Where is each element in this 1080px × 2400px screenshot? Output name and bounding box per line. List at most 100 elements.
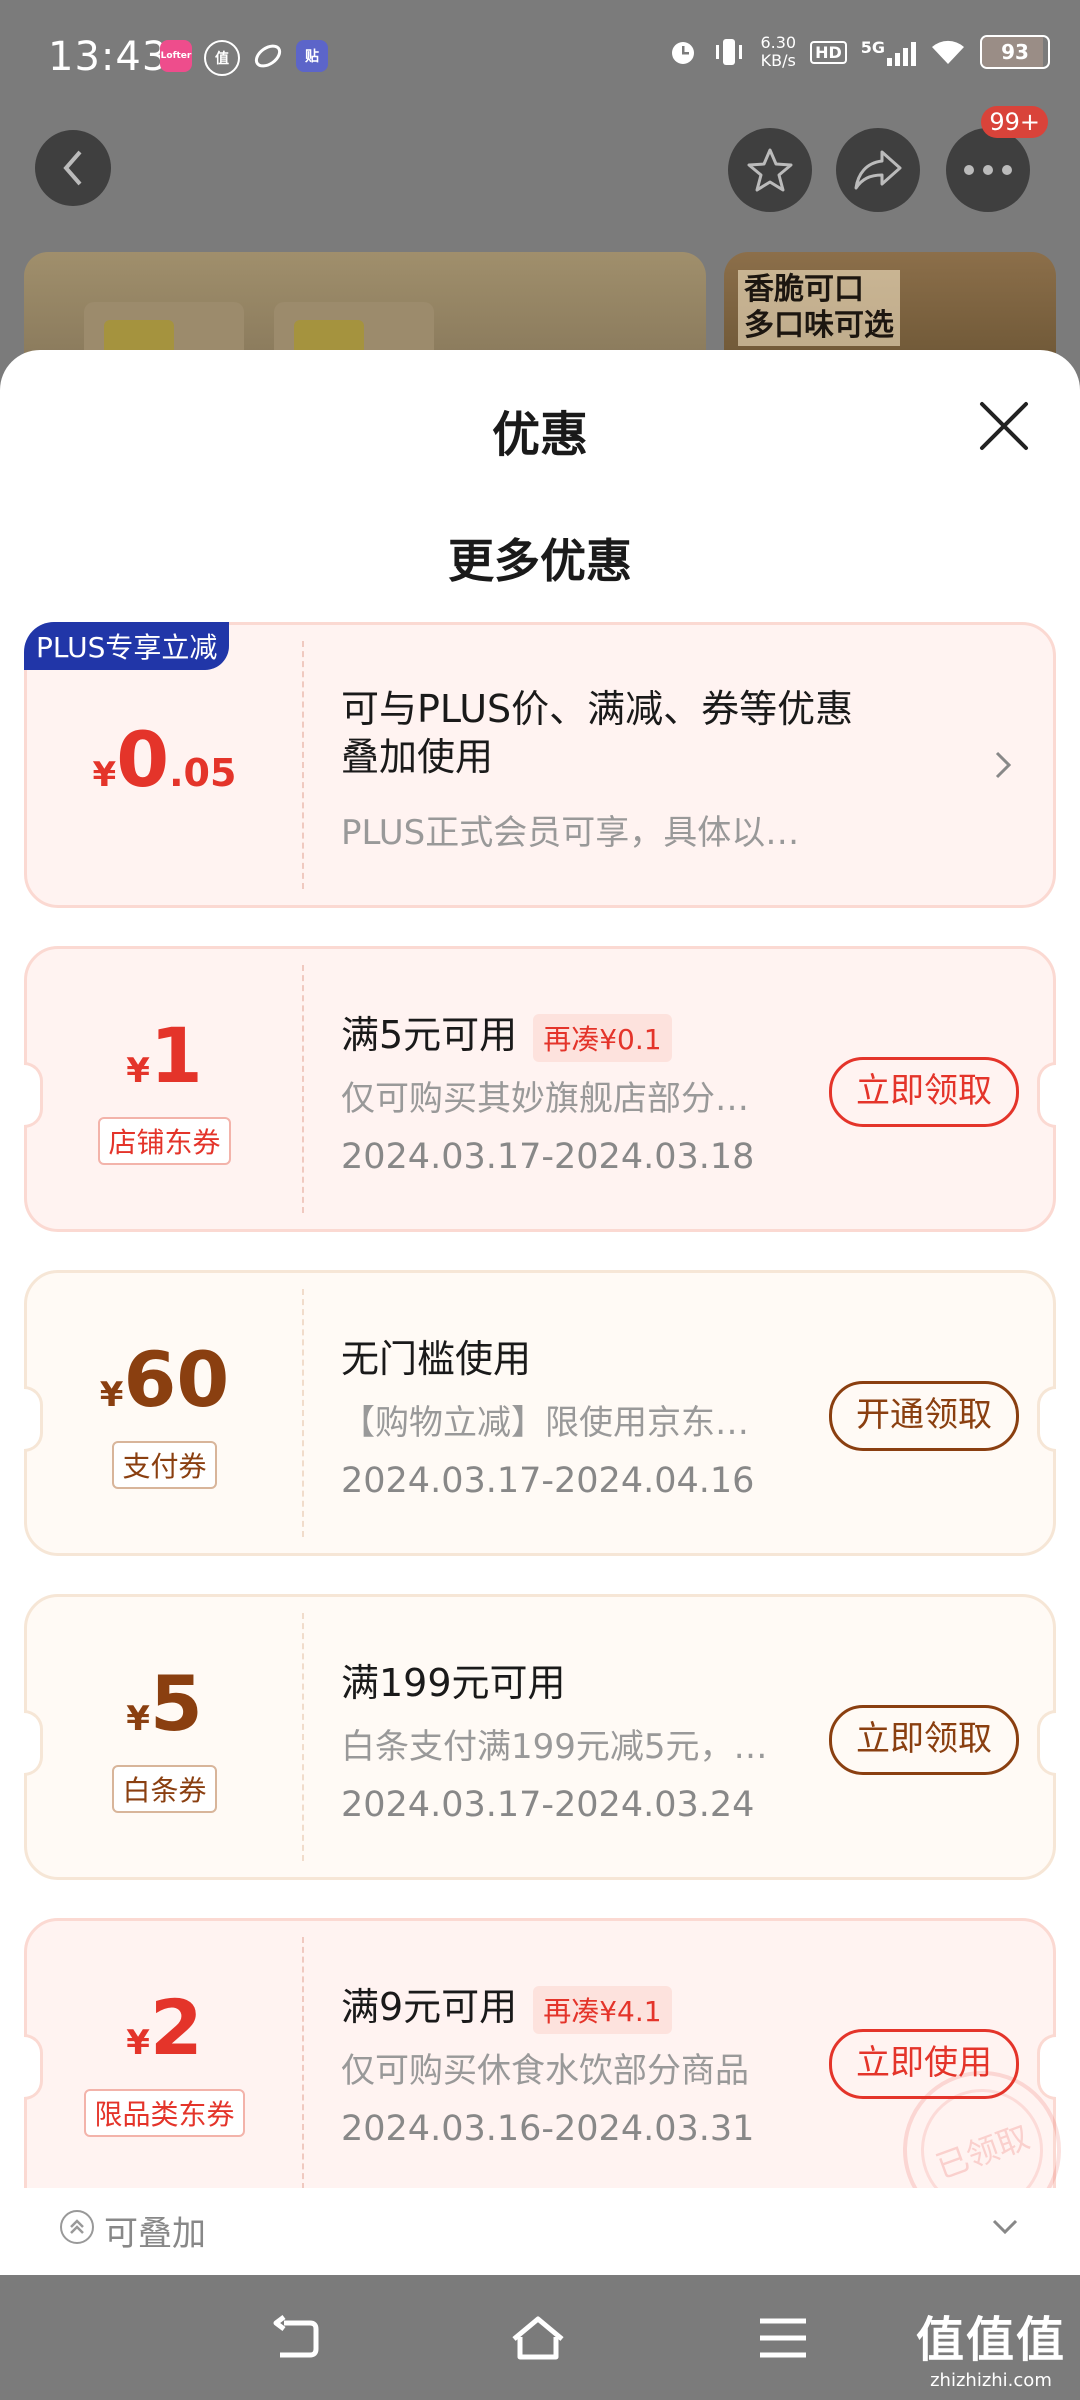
coupon-desc: 【购物立减】限使用京东… (341, 1403, 749, 1443)
chevron-left-icon (63, 150, 82, 186)
section-title: 更多优惠 (448, 534, 632, 588)
coupon-amount: ¥60 (27, 1335, 302, 1424)
coupon-condition: 满5元可用 再凑¥0.1 (341, 1004, 672, 1062)
coupon-type-label: 店铺东券 (98, 1117, 231, 1165)
status-bar: 13:43 Lofter 值 贴 6.30 KB/s HD 5G 93 (0, 0, 1080, 118)
card-divider (302, 965, 304, 1213)
message-badge: 99+ (981, 106, 1048, 138)
plus-amount: ¥0.05 (27, 715, 302, 804)
net-speed: 6.30 KB/s (760, 34, 796, 70)
back-button[interactable] (35, 130, 111, 206)
amount-value: 2 (149, 1983, 203, 2072)
back-nav-icon[interactable] (270, 2313, 324, 2363)
stackable-row[interactable]: 可叠加 (24, 2188, 1056, 2268)
condition-text: 满5元可用 (341, 1013, 518, 1057)
coupon-date: 2024.03.17-2024.04.16 (341, 1461, 755, 1501)
coupon-condition: 无门槛使用 (341, 1328, 531, 1383)
signal-icon: 5G (861, 38, 916, 66)
notification-icons: Lofter 值 贴 (160, 40, 328, 76)
claimed-stamp-text: 已领取 (931, 2117, 1035, 2187)
chevron-down-icon[interactable] (990, 2218, 1020, 2236)
status-time: 13:43 (48, 34, 169, 80)
watermark-url: zhizhizhi.com (930, 2370, 1052, 2391)
coupon-type-tag: 白条券 (27, 1765, 302, 1813)
extra-needed-badge: 再凑¥4.1 (533, 1985, 672, 2034)
coupon-card: ¥5 白条券 满199元可用 白条支付满199元减5元，… 2024.03.17… (24, 1594, 1056, 1880)
chevron-right-icon[interactable] (991, 745, 1015, 785)
condition-text: 满199元可用 (341, 1661, 566, 1705)
coupon-card: ¥2 限品类东券 满9元可用 再凑¥4.1 仅可购买休食水饮部分商品 2024.0… (24, 1918, 1080, 2252)
currency-symbol: ¥ (126, 1699, 150, 1739)
card-notch (1037, 1062, 1056, 1128)
currency-symbol: ¥ (126, 2023, 150, 2063)
claim-button[interactable]: 立即领取 (829, 1057, 1019, 1127)
plus-title: 可与PLUS价、满减、券等优惠叠加使用 (341, 687, 854, 779)
card-divider (302, 1937, 304, 2189)
watermark: 值值值 zhizhizhi.com (916, 2300, 1066, 2391)
more-dots-icon (964, 165, 1012, 175)
card-divider (302, 1289, 304, 1537)
coupon-card: ¥60 支付券 无门槛使用 【购物立减】限使用京东… 2024.03.17-20… (24, 1270, 1056, 1556)
coupon-type-tag: 限品类东券 (27, 2089, 302, 2137)
claim-button[interactable]: 立即领取 (829, 1705, 1019, 1775)
coupon-card: ¥1 店铺东券 满5元可用 再凑¥0.1 仅可购买其妙旗舰店部分… 2024.03… (24, 946, 1056, 1232)
discount-sheet: 优惠 更多优惠 PLUS专享立减 ¥0.05 可与PLUS价、满减、券等优惠叠加… (0, 350, 1080, 2275)
share-button[interactable] (836, 128, 920, 212)
condition-text: 满9元可用 (341, 1985, 518, 2029)
amount-value: 60 (123, 1335, 230, 1424)
amount-value: 5 (149, 1659, 203, 1748)
zhi-icon: 值 (204, 40, 240, 76)
coupon-condition: 满9元可用 再凑¥4.1 (341, 1976, 672, 2034)
stackable-label: 可叠加 (104, 2214, 206, 2254)
coupon-condition: 满199元可用 (341, 1652, 566, 1707)
currency-symbol: ¥ (126, 1051, 150, 1091)
activate-claim-button[interactable]: 开通领取 (829, 1381, 1019, 1451)
stack-icon (60, 2210, 94, 2244)
card-notch (1037, 1386, 1056, 1452)
menu-nav-icon[interactable] (756, 2313, 810, 2363)
lofter-icon: Lofter (160, 40, 192, 72)
favorite-button[interactable] (728, 128, 812, 212)
net-speed-value: 6.30 (760, 33, 797, 52)
amount-value: 1 (149, 1011, 203, 1100)
extra-needed-badge: 再凑¥0.1 (533, 1013, 672, 1062)
sheet-title: 优惠 (491, 407, 588, 463)
wifi-icon (932, 40, 964, 64)
coupon-desc: 仅可购买其妙旗舰店部分… (341, 1079, 749, 1119)
amount-integer: 0 (116, 715, 170, 804)
star-icon (747, 148, 793, 192)
product-image (24, 252, 706, 362)
coupon-type-label: 白条券 (112, 1765, 217, 1813)
net-speed-unit: KB/s (760, 51, 796, 70)
share-icon (854, 150, 902, 190)
tie-icon: 贴 (296, 40, 328, 72)
home-nav-icon[interactable] (508, 2313, 568, 2363)
card-divider (302, 641, 304, 889)
card-divider (302, 1613, 304, 1861)
coupon-desc: 白条支付满199元减5元，… (341, 1727, 768, 1767)
product-banner-text: 香脆可口 多口味可选 (738, 270, 900, 346)
card-notch (1037, 1710, 1056, 1776)
close-icon[interactable] (974, 396, 1034, 456)
vibrate-icon (716, 39, 743, 65)
coupon-amount: ¥2 (27, 1983, 302, 2072)
coupon-amount: ¥5 (27, 1659, 302, 1748)
coupon-type-label: 支付券 (112, 1441, 217, 1489)
coupon-type-tag: 店铺东券 (27, 1117, 302, 1165)
currency-symbol: ¥ (92, 755, 117, 795)
leaf-icon (252, 40, 284, 72)
coupon-date: 2024.03.17-2024.03.24 (341, 1785, 755, 1825)
plus-badge: PLUS专享立减 (24, 622, 230, 670)
alarm-icon (672, 42, 695, 64)
plus-desc: PLUS正式会员可享，具体以… (341, 813, 800, 853)
coupon-type-tag: 支付券 (27, 1441, 302, 1489)
coupon-date: 2024.03.17-2024.03.18 (341, 1137, 755, 1177)
coupon-date: 2024.03.16-2024.03.31 (341, 2109, 755, 2149)
status-right: 6.30 KB/s HD 5G 93 (668, 34, 1050, 70)
condition-text: 无门槛使用 (341, 1337, 532, 1381)
plus-discount-card[interactable]: PLUS专享立减 ¥0.05 可与PLUS价、满减、券等优惠叠加使用 PLUS正… (24, 622, 1056, 908)
more-button[interactable]: 99+ (946, 106, 1048, 212)
hd-badge: HD (810, 40, 847, 64)
battery-icon: 93 (980, 35, 1050, 69)
coupon-desc: 仅可购买休食水饮部分商品 (341, 2051, 749, 2091)
